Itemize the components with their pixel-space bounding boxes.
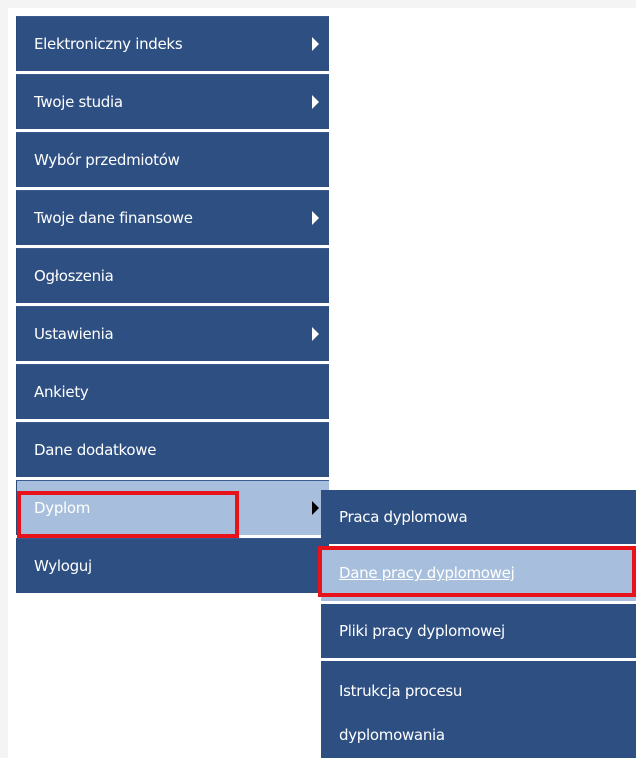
submenu-item-dane-pracy-dyplomowej[interactable]: Dane pracy dyplomowej <box>321 547 636 601</box>
submenu-item-label: Dane pracy dyplomowej <box>339 564 515 582</box>
left-border <box>0 0 8 758</box>
menu-item-twoje-studia[interactable]: Twoje studia <box>16 74 329 129</box>
menu-item-ustawienia[interactable]: Ustawienia <box>16 306 329 361</box>
dyplom-submenu: Praca dyplomowa Dane pracy dyplomowej Pl… <box>321 490 636 758</box>
chevron-right-icon <box>312 501 319 515</box>
menu-item-label: Ustawienia <box>34 325 114 343</box>
menu-item-label: Elektroniczny indeks <box>34 35 183 53</box>
menu-item-ankiety[interactable]: Ankiety <box>16 364 329 419</box>
menu-item-label: Ankiety <box>34 383 89 401</box>
chevron-right-icon <box>312 211 319 225</box>
menu-item-twoje-dane-finansowe[interactable]: Twoje dane finansowe <box>16 190 329 245</box>
submenu-item-label-line1: Istrukcja procesu <box>339 682 463 700</box>
menu-item-wybor-przedmiotow[interactable]: Wybór przedmiotów <box>16 132 329 187</box>
submenu-item-label: Pliki pracy dyplomowej <box>339 622 505 640</box>
menu-item-label: Twoje studia <box>34 93 123 111</box>
chevron-right-icon <box>312 327 319 341</box>
top-border <box>0 0 636 8</box>
submenu-item-praca-dyplomowa[interactable]: Praca dyplomowa <box>321 490 636 544</box>
menu-item-label: Dyplom <box>34 499 91 517</box>
main-menu: Elektroniczny indeks Twoje studia Wybór … <box>16 16 329 596</box>
menu-item-label: Wybór przedmiotów <box>34 151 180 169</box>
submenu-item-istrukcja-procesu[interactable]: Istrukcja procesu dyplomowania <box>321 661 636 758</box>
menu-item-dyplom[interactable]: Dyplom <box>16 480 329 535</box>
menu-item-elektroniczny-indeks[interactable]: Elektroniczny indeks <box>16 16 329 71</box>
menu-item-wyloguj[interactable]: Wyloguj <box>16 538 329 593</box>
submenu-item-label: Praca dyplomowa <box>339 508 468 526</box>
menu-item-ogloszenia[interactable]: Ogłoszenia <box>16 248 329 303</box>
submenu-item-pliki-pracy-dyplomowej[interactable]: Pliki pracy dyplomowej <box>321 604 636 658</box>
menu-item-label: Ogłoszenia <box>34 267 114 285</box>
chevron-right-icon <box>312 95 319 109</box>
menu-item-label: Dane dodatkowe <box>34 441 157 459</box>
menu-item-label: Twoje dane finansowe <box>34 209 193 227</box>
chevron-right-icon <box>312 37 319 51</box>
menu-item-label: Wyloguj <box>34 557 92 575</box>
menu-item-dane-dodatkowe[interactable]: Dane dodatkowe <box>16 422 329 477</box>
submenu-item-label-line2: dyplomowania <box>339 726 445 744</box>
